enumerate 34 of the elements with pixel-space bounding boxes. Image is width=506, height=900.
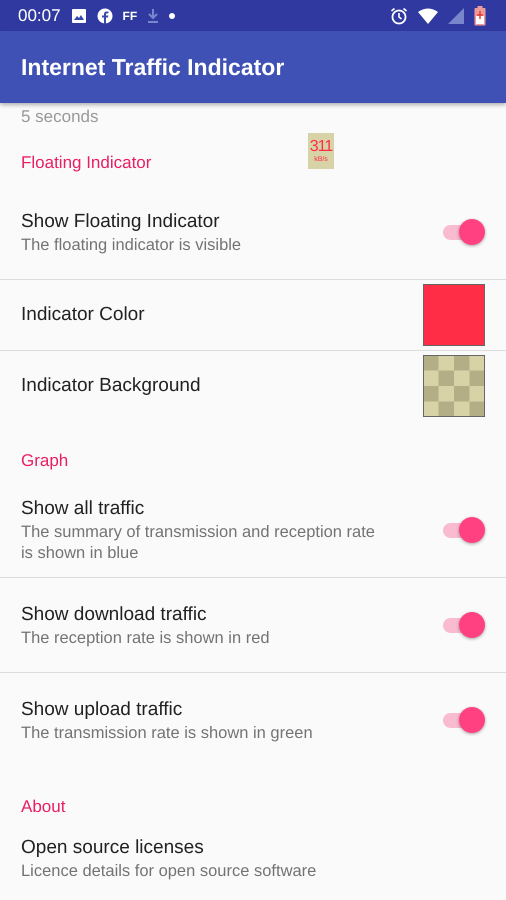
setting-summary: The floating indicator is visible [21, 234, 242, 256]
color-swatch[interactable] [423, 284, 485, 346]
wifi-icon [418, 8, 438, 24]
app-label: FF [122, 8, 138, 22]
setting-summary: The transmission rate is shown in green [21, 722, 313, 744]
section-header: About [21, 796, 66, 817]
setting-summary: The reception rate is shown in red [21, 628, 270, 648]
alarm-icon [390, 6, 408, 24]
setting-title[interactable]: Open source licenses [21, 835, 316, 861]
setting-summary: The summary of transmission and reception rate is shown in blue [21, 522, 376, 564]
section-header: Graph [21, 450, 70, 471]
toggle-switch[interactable] [441, 705, 485, 735]
setting-summary: Licence details for open source software [21, 861, 316, 882]
app-title: Internet Traffic Indicator [21, 54, 284, 80]
section-header: Floating Indicator [21, 152, 152, 173]
signal-icon [448, 8, 464, 24]
battery-icon [474, 6, 486, 26]
toggle-switch[interactable] [441, 217, 485, 247]
setting-title[interactable]: Indicator Color [21, 302, 145, 328]
download-icon [147, 8, 160, 24]
setting-title[interactable]: Show all traffic [21, 496, 383, 522]
setting-title[interactable]: Show download traffic [21, 602, 270, 628]
dot-icon [169, 12, 176, 18]
indicator-value: 311 [310, 138, 332, 156]
setting-title[interactable]: Indicator Background [21, 373, 201, 399]
image-icon [70, 8, 87, 24]
clock-time: 00:07 [18, 6, 61, 26]
toggle-switch[interactable] [441, 610, 485, 640]
checkered-swatch[interactable] [423, 355, 485, 417]
setting-title[interactable]: Show Floating Indicator [21, 208, 242, 234]
setting-title[interactable]: Show upload traffic [21, 696, 313, 722]
setting-summary: 5 seconds [21, 107, 98, 123]
toggle-switch[interactable] [441, 515, 485, 545]
facebook-icon [96, 8, 113, 24]
